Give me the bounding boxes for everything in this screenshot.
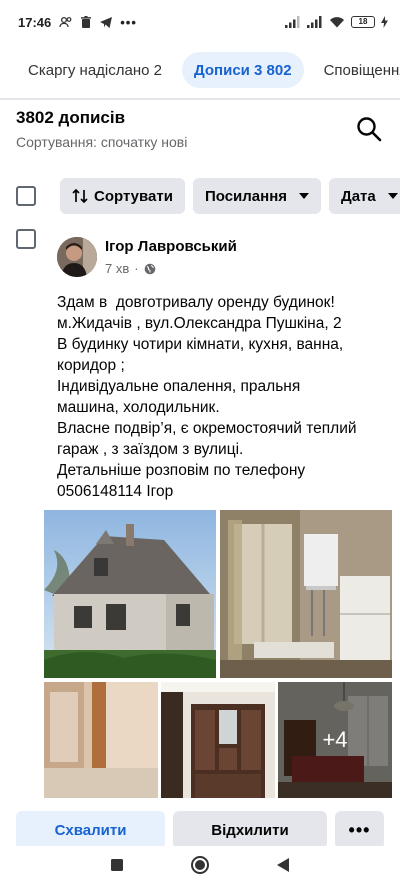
square-icon [111,859,123,871]
search-icon [357,117,382,142]
photo-bedroom-more[interactable]: +4 [278,682,392,798]
post-count: 3802 дописів [16,108,126,127]
tab-bar: Скаргу надіслано 2 Дописи 3 802 Сповіщен… [0,48,400,92]
photo-wardrobe[interactable] [161,682,275,798]
avatar[interactable] [57,237,97,277]
notification-icons: ••• [59,15,137,30]
post-text-line: В будинку чотири кімнати, кухня, ванна, [57,336,344,353]
post-time-label: 7 хв [105,261,130,276]
charging-icon [381,16,388,28]
post-text-line: Детальніше розповім по телефону [57,462,306,479]
more-photos-overlay: +4 [278,682,392,798]
telegram-icon [100,16,113,28]
dot-separator: · [134,261,139,276]
signal-2-icon [307,16,322,28]
globe-icon [144,263,155,274]
photo-kitchen[interactable] [220,510,392,678]
photo-bathroom[interactable] [44,682,158,798]
post-text-line: Індивідуальне опалення, пральня [57,378,301,395]
photo-house-exterior[interactable] [44,510,216,678]
photo-grid: +4 [44,510,392,798]
signal-icon [285,16,300,28]
more-options-button[interactable]: ••• [335,811,384,849]
links-filter-label: Посилання [204,187,288,205]
date-filter-label: Дата [341,187,376,205]
post-text-line: гараж , з заїздом з вулиці. [57,441,244,458]
post-text-line: машина, холодильник. [57,399,220,416]
more-notifications-icon: ••• [120,14,137,30]
sort-button-label: Сортувати [94,187,173,205]
post-actions: Схвалити Відхилити ••• [16,811,384,849]
battery-icon: 18 [351,16,375,28]
post-select-checkbox[interactable] [16,229,36,249]
sort-order-label: Сортування: спочатку нові [16,134,188,150]
sort-button[interactable]: Сортувати [60,178,185,214]
post-author: Ігор Лавровський 7 хв · [57,237,237,277]
status-bar: 17:46 ••• 18 [0,0,400,44]
caret-down-icon [299,193,310,199]
list-header: 3802 дописів Сортування: спочатку нові [16,108,384,158]
post-text-line: м.Жидачів , вул.Олександра Пушкіна, 2 [57,315,342,332]
circle-icon [191,856,209,874]
divider [0,98,400,100]
system-nav-bar [0,846,400,889]
author-name[interactable]: Ігор Лавровський [105,238,237,255]
people-icon [59,16,72,28]
tab-reported[interactable]: Скаргу надіслано 2 [16,52,174,88]
back-button[interactable] [276,857,290,878]
post-body: Здам в довготривалу оренду будинок! м.Жи… [57,292,387,502]
post-timestamp: 7 хв · [105,261,237,276]
filter-bar: Сортувати Посилання Дата [16,178,400,214]
post-text-line: 0506148114 Ігор [57,483,174,500]
date-filter-button[interactable]: Дата [329,178,400,214]
sort-arrows-icon [72,189,88,203]
home-button[interactable] [190,855,210,880]
search-button[interactable] [354,114,384,144]
trash-icon [81,15,92,28]
approve-button[interactable]: Схвалити [16,811,165,849]
tab-posts[interactable]: Дописи 3 802 [182,52,304,88]
decline-button[interactable]: Відхилити [173,811,327,849]
clock: 17:46 [18,14,52,30]
back-triangle-icon [277,858,289,872]
post-text-line: Власне подвір’я, є окремостоячий теплий [57,420,357,437]
post-text-line: Здам в довготривалу оренду будинок! [57,294,335,311]
links-filter-button[interactable]: Посилання [192,178,322,214]
recents-button[interactable] [110,858,124,877]
caret-down-icon [387,193,398,199]
tab-notifications[interactable]: Сповіщення [312,52,400,88]
post-text-line: коридор ; [57,357,125,374]
select-all-checkbox[interactable] [16,186,36,206]
wifi-icon [330,17,344,28]
